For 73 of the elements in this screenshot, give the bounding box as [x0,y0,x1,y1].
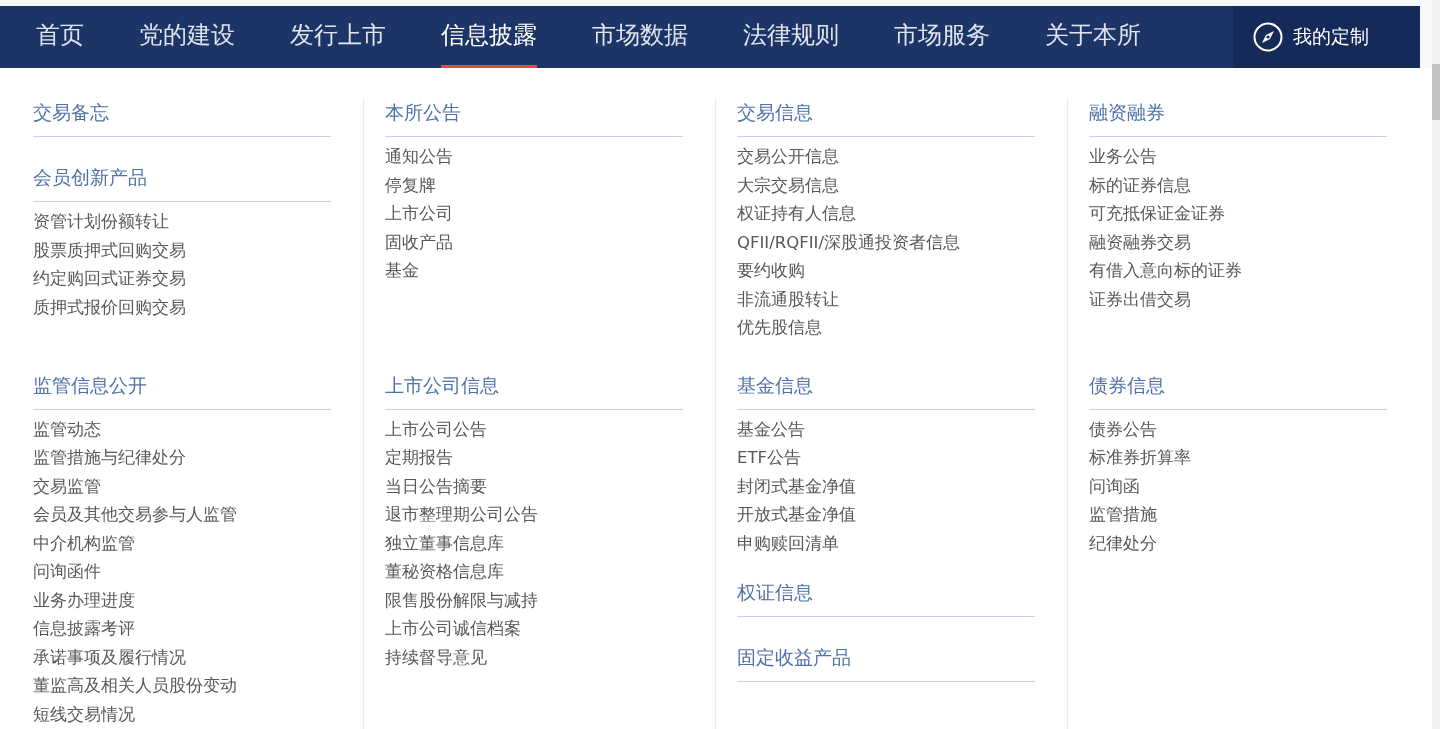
section-heading[interactable]: 交易信息 [737,101,813,123]
menu-link[interactable]: 通知公告 [385,147,453,166]
menu-link[interactable]: 封闭式基金净值 [737,476,856,496]
nav-tab[interactable]: 市场服务 [894,6,990,68]
menu-link[interactable]: 证券出借交易 [1089,289,1191,309]
section-heading[interactable]: 权证信息 [737,581,813,603]
menu-link[interactable]: 监管措施与纪律处分 [33,448,186,467]
section-heading[interactable]: 会员创新产品 [33,166,147,188]
menu-link[interactable]: 优先股信息 [737,318,822,337]
menu-link[interactable]: 信息披露考评 [33,619,135,638]
menu-link[interactable]: 非流通股转让 [737,289,839,309]
menu-link[interactable]: 标准券折算率 [1089,448,1191,467]
menu-link[interactable]: 持续督导意见 [385,647,487,667]
menu-link[interactable]: 约定购回式证券交易 [33,269,186,288]
menu-link[interactable]: 上市公司诚信档案 [385,619,521,638]
menu-link[interactable]: 开放式基金净值 [737,505,856,524]
menu-link[interactable]: 上市公司公告 [385,419,487,439]
menu-link[interactable]: 退市整理期公司公告 [385,505,538,524]
menu-link[interactable]: 业务公告 [1089,147,1157,166]
menu-link[interactable]: 业务办理进度 [33,590,135,610]
menu-link[interactable]: 当日公告摘要 [385,476,487,496]
menu-link[interactable]: 权证持有人信息 [737,204,856,223]
menu-link[interactable]: 要约收购 [737,261,805,280]
menu-link[interactable]: 纪律处分 [1089,533,1157,553]
section-heading[interactable]: 本所公告 [385,101,461,123]
menu-link[interactable]: 承诺事项及履行情况 [33,647,186,667]
menu-link[interactable]: 问询函件 [33,562,101,581]
menu-link[interactable]: 监管措施 [1089,505,1157,524]
nav-tab[interactable]: 关于本所 [1045,6,1141,68]
section-heading[interactable]: 基金信息 [737,373,813,396]
section-heading[interactable]: 固定收益产品 [737,646,851,668]
menu-link[interactable]: 申购赎回清单 [737,533,839,553]
menu-link[interactable]: 董监高及相关人员股份变动 [33,676,237,695]
menu-link[interactable]: 限售股份解限与减持 [385,590,538,610]
menu-link[interactable]: 质押式报价回购交易 [33,297,186,317]
menu-link[interactable]: 上市公司 [385,204,453,223]
menu-link[interactable]: 短线交易情况 [33,704,135,724]
menu-link[interactable]: 固收产品 [385,232,453,252]
menu-link[interactable]: 停复牌 [385,175,436,195]
section-heading[interactable]: 监管信息公开 [33,373,147,396]
menu-link[interactable]: 债券公告 [1089,419,1157,439]
menu-link[interactable]: 有借入意向标的证券 [1089,261,1242,280]
section-heading[interactable]: 债券信息 [1089,373,1165,396]
menu-link[interactable]: QFII/RQFII/深股通投资者信息 [737,232,960,252]
nav-tab[interactable]: 发行上市 [290,6,386,68]
menu-link[interactable]: ETF公告 [737,448,801,467]
menu-link[interactable]: 大宗交易信息 [737,175,839,195]
menu-link[interactable]: 股票质押式回购交易 [33,240,186,260]
nav-tab[interactable]: 党的建设 [139,6,235,68]
menu-link[interactable]: 融资融券交易 [1089,232,1191,252]
menu-link[interactable]: 基金 [385,261,419,280]
menu-link[interactable]: 资管计划份额转让 [33,212,169,231]
menu-link[interactable]: 会员及其他交易参与人监管 [33,505,237,524]
nav-tab[interactable]: 首页 [36,6,84,68]
section-heading[interactable]: 交易备忘 [33,101,109,123]
menu-link[interactable]: 基金公告 [737,419,805,439]
menu-link[interactable]: 中介机构监管 [33,533,135,553]
menu-link[interactable]: 监管动态 [33,419,101,439]
customize-button[interactable]: 我的定制 [1233,6,1420,68]
section-heading[interactable]: 上市公司信息 [385,373,499,396]
menu-link[interactable]: 交易监管 [33,476,101,496]
nav-tab[interactable]: 市场数据 [592,6,688,68]
section-heading[interactable]: 融资融券 [1089,101,1165,123]
menu-link[interactable]: 独立董事信息库 [385,533,504,553]
menu-link[interactable]: 交易公开信息 [737,147,839,166]
menu-link[interactable]: 董秘资格信息库 [385,562,504,581]
compass-icon [1253,22,1283,52]
menu-link[interactable]: 标的证券信息 [1089,175,1191,195]
menu-link[interactable]: 问询函 [1089,476,1140,496]
menu-link[interactable]: 可充抵保证金证券 [1089,204,1225,223]
scrollbar-thumb[interactable] [1432,64,1440,120]
menu-link[interactable]: 定期报告 [385,448,453,467]
nav-tab[interactable]: 法律规则 [743,6,839,68]
